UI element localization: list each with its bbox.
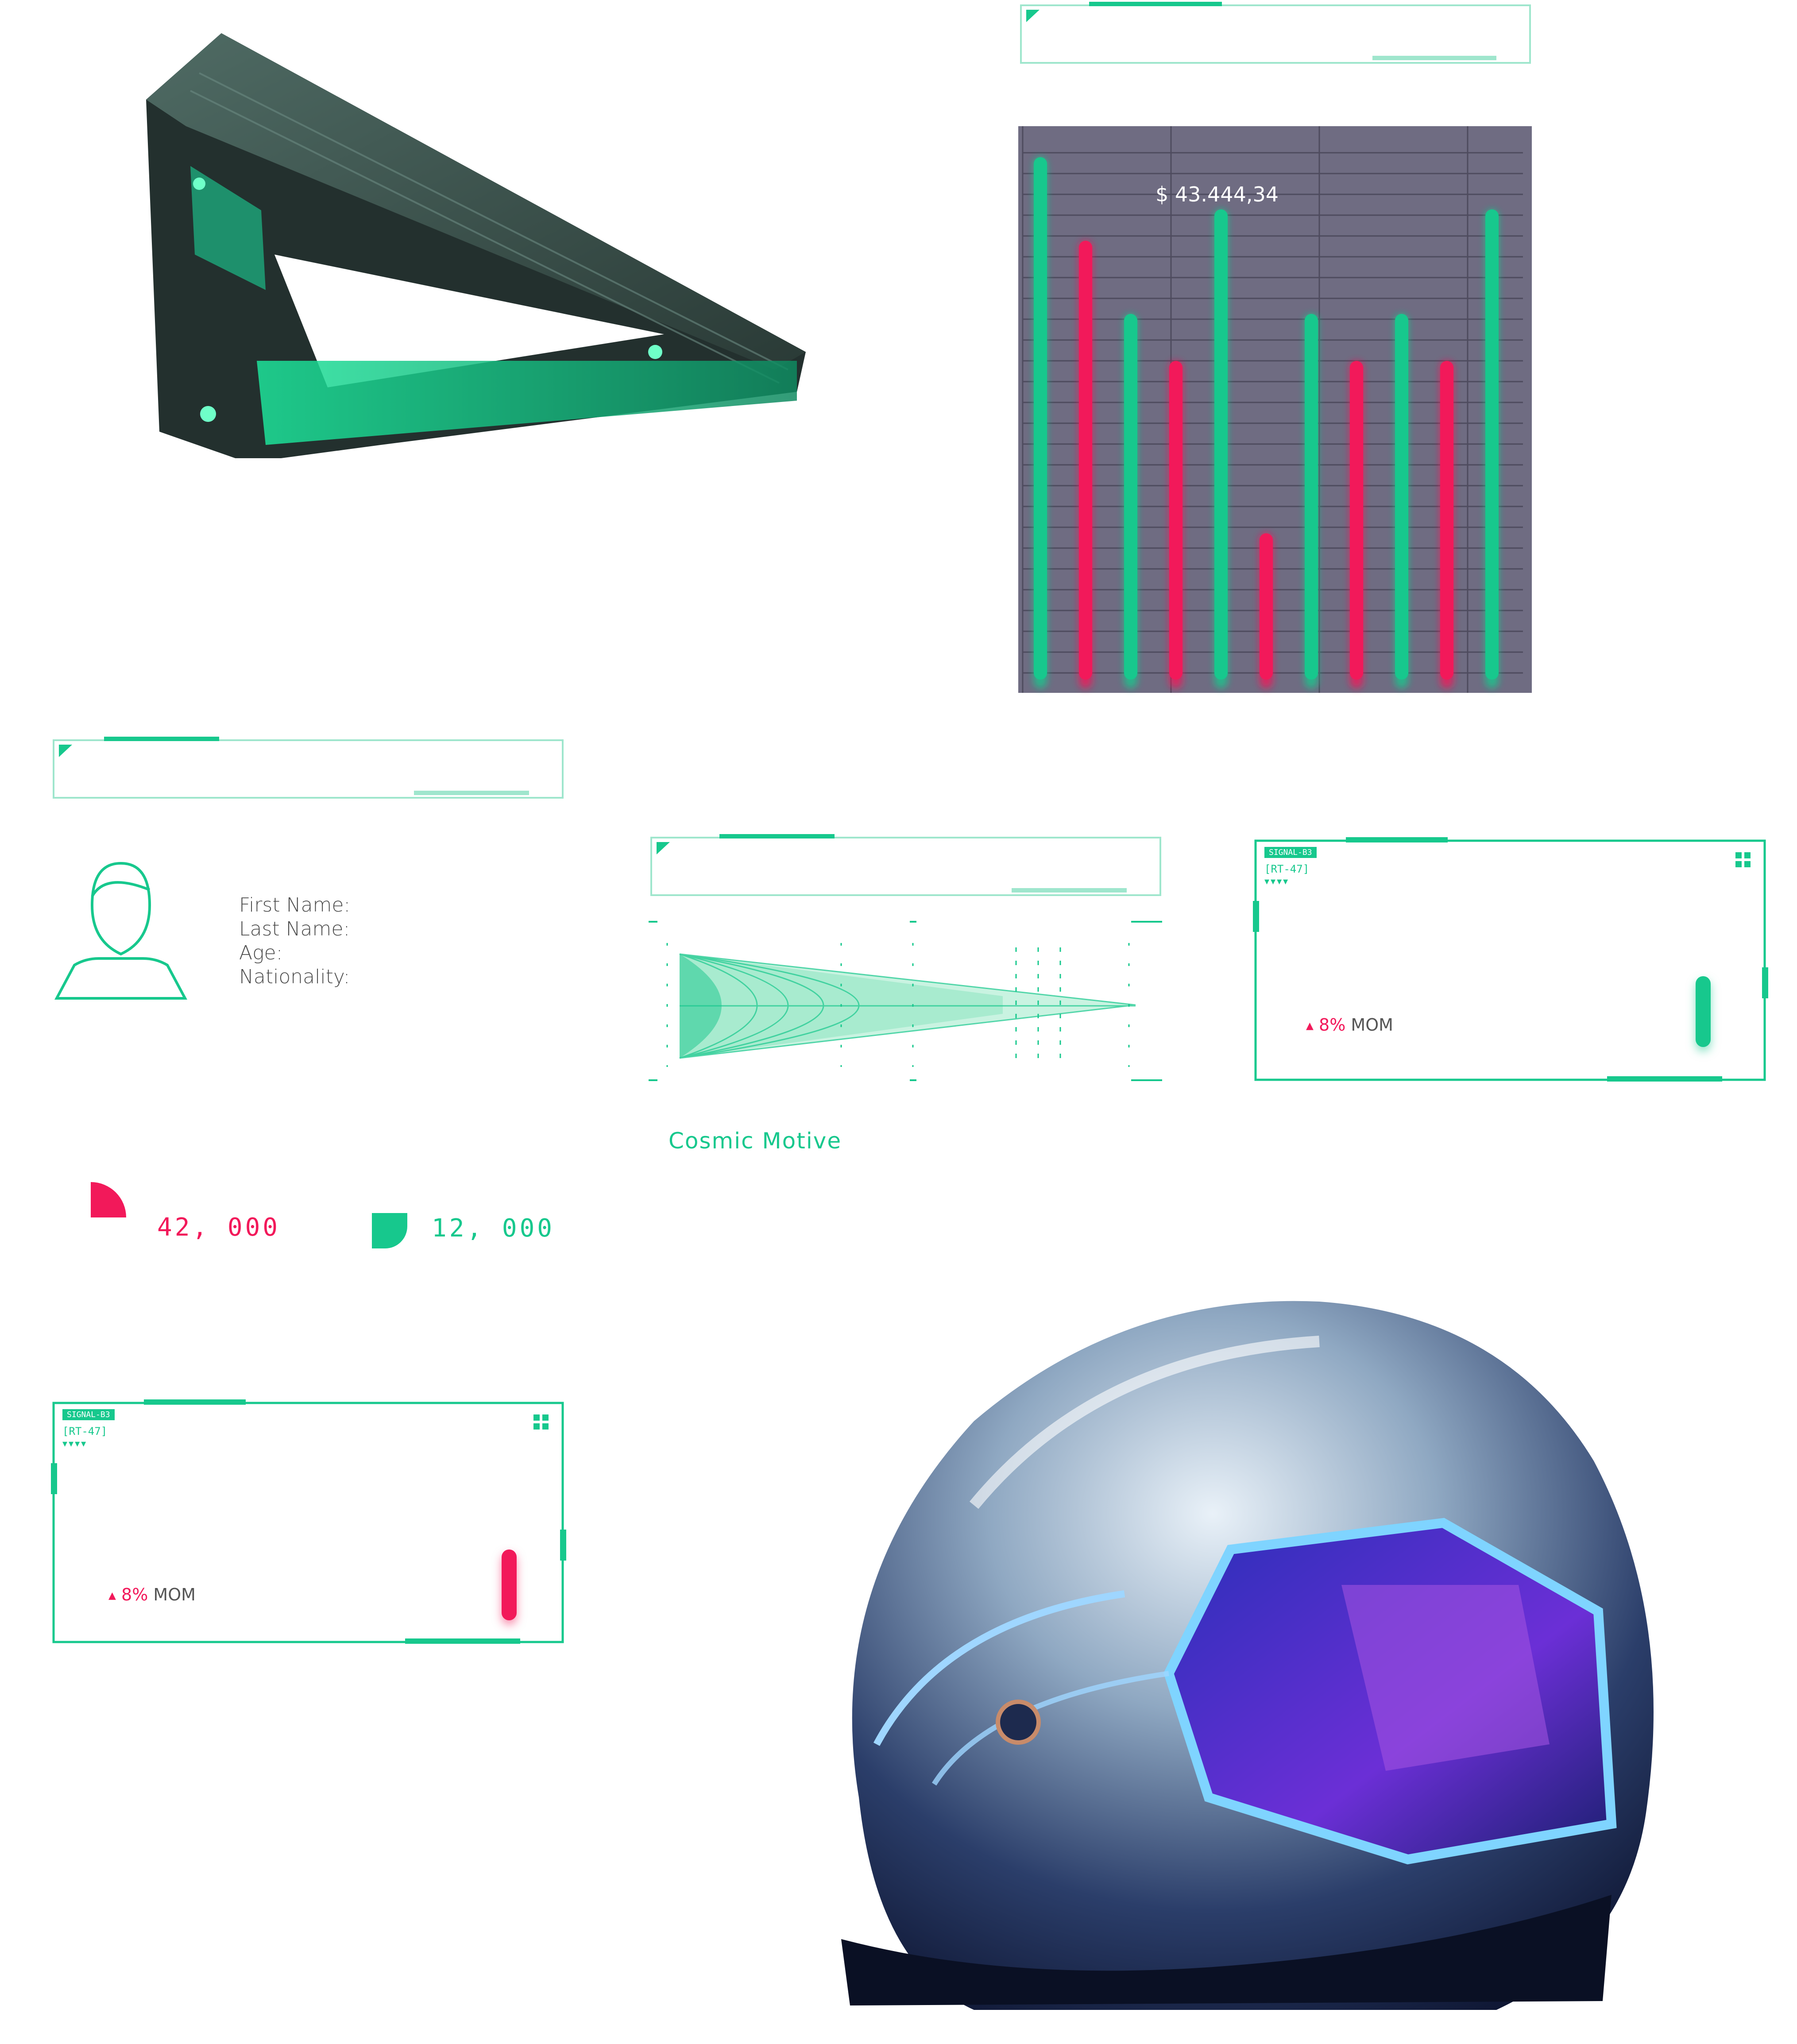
bar-7 <box>1305 314 1318 680</box>
bar-2 <box>1079 240 1092 680</box>
signal-panel-right: SIGNAL-B3 [RT-47] ▾▾▾▾ ▲ 8% MOM <box>1253 835 1771 1082</box>
cosmic-motive-label: Cosmic Motive <box>669 1128 842 1154</box>
bar-4 <box>1169 361 1183 680</box>
profile-fields: First Name: Last Name: Age: Nationality: <box>239 893 350 989</box>
signal-level-bar <box>1696 976 1711 1047</box>
signal-badge: SIGNAL-B3 <box>62 1409 115 1420</box>
signal-ticks: ▾▾▾▾ <box>62 1438 88 1449</box>
bar-chart-svg: $ 43.444,34 <box>1018 126 1532 693</box>
mom-label: MOM <box>153 1585 196 1604</box>
bar-chart: $ 43.444,34 <box>1018 126 1532 702</box>
bar-6 <box>1260 533 1273 680</box>
hud-frame-center <box>649 832 1167 899</box>
bar-8 <box>1350 361 1363 680</box>
profile-field-age: Age: <box>239 942 283 964</box>
profile-field-nationality: Nationality: <box>239 966 350 988</box>
signal-ticks: ▾▾▾▾ <box>1264 876 1290 887</box>
stat-red-icon <box>91 1182 126 1217</box>
bar-1 <box>1034 157 1047 680</box>
bar-9 <box>1395 314 1408 680</box>
stat-green-icon <box>372 1213 407 1248</box>
bar-5 <box>1214 209 1228 680</box>
bar-3 <box>1124 314 1137 680</box>
mom-percent: 8% <box>1319 1015 1346 1035</box>
avatar <box>52 848 189 1003</box>
signal-sub-label: [RT-47] <box>62 1425 108 1437</box>
mom-label: MOM <box>1351 1015 1393 1035</box>
hud-frame-top <box>1018 0 1536 66</box>
cone-diagram <box>649 916 1167 1089</box>
bar-11 <box>1485 209 1499 680</box>
signal-sub-label: [RT-47] <box>1264 863 1310 875</box>
signal-panel-left: SIGNAL-B3 [RT-47] ▾▾▾▾ ▲ 8% MOM <box>51 1397 569 1645</box>
mom-row: ▲ 8% MOM <box>108 1585 196 1604</box>
signal-badge: SIGNAL-B3 <box>1264 847 1317 858</box>
profile-field-last-name: Last Name: <box>239 918 350 940</box>
bar-10 <box>1440 361 1453 680</box>
stat-green-value: 12, 000 <box>432 1214 555 1243</box>
profile-field-first-name: First Name: <box>239 894 351 916</box>
up-arrow-icon: ▲ <box>1306 1020 1314 1032</box>
up-arrow-icon: ▲ <box>108 1590 116 1601</box>
mom-row: ▲ 8% MOM <box>1306 1015 1393 1035</box>
signal-level-bar <box>502 1549 517 1620</box>
chart-annotation: $ 43.444,34 <box>1155 182 1279 206</box>
hud-frame-left <box>51 735 569 801</box>
stat-red-value: 42, 000 <box>157 1213 281 1242</box>
space-helmet-image <box>788 1275 1691 2028</box>
triangle-structure-image <box>133 24 810 458</box>
mom-percent: 8% <box>121 1585 148 1604</box>
